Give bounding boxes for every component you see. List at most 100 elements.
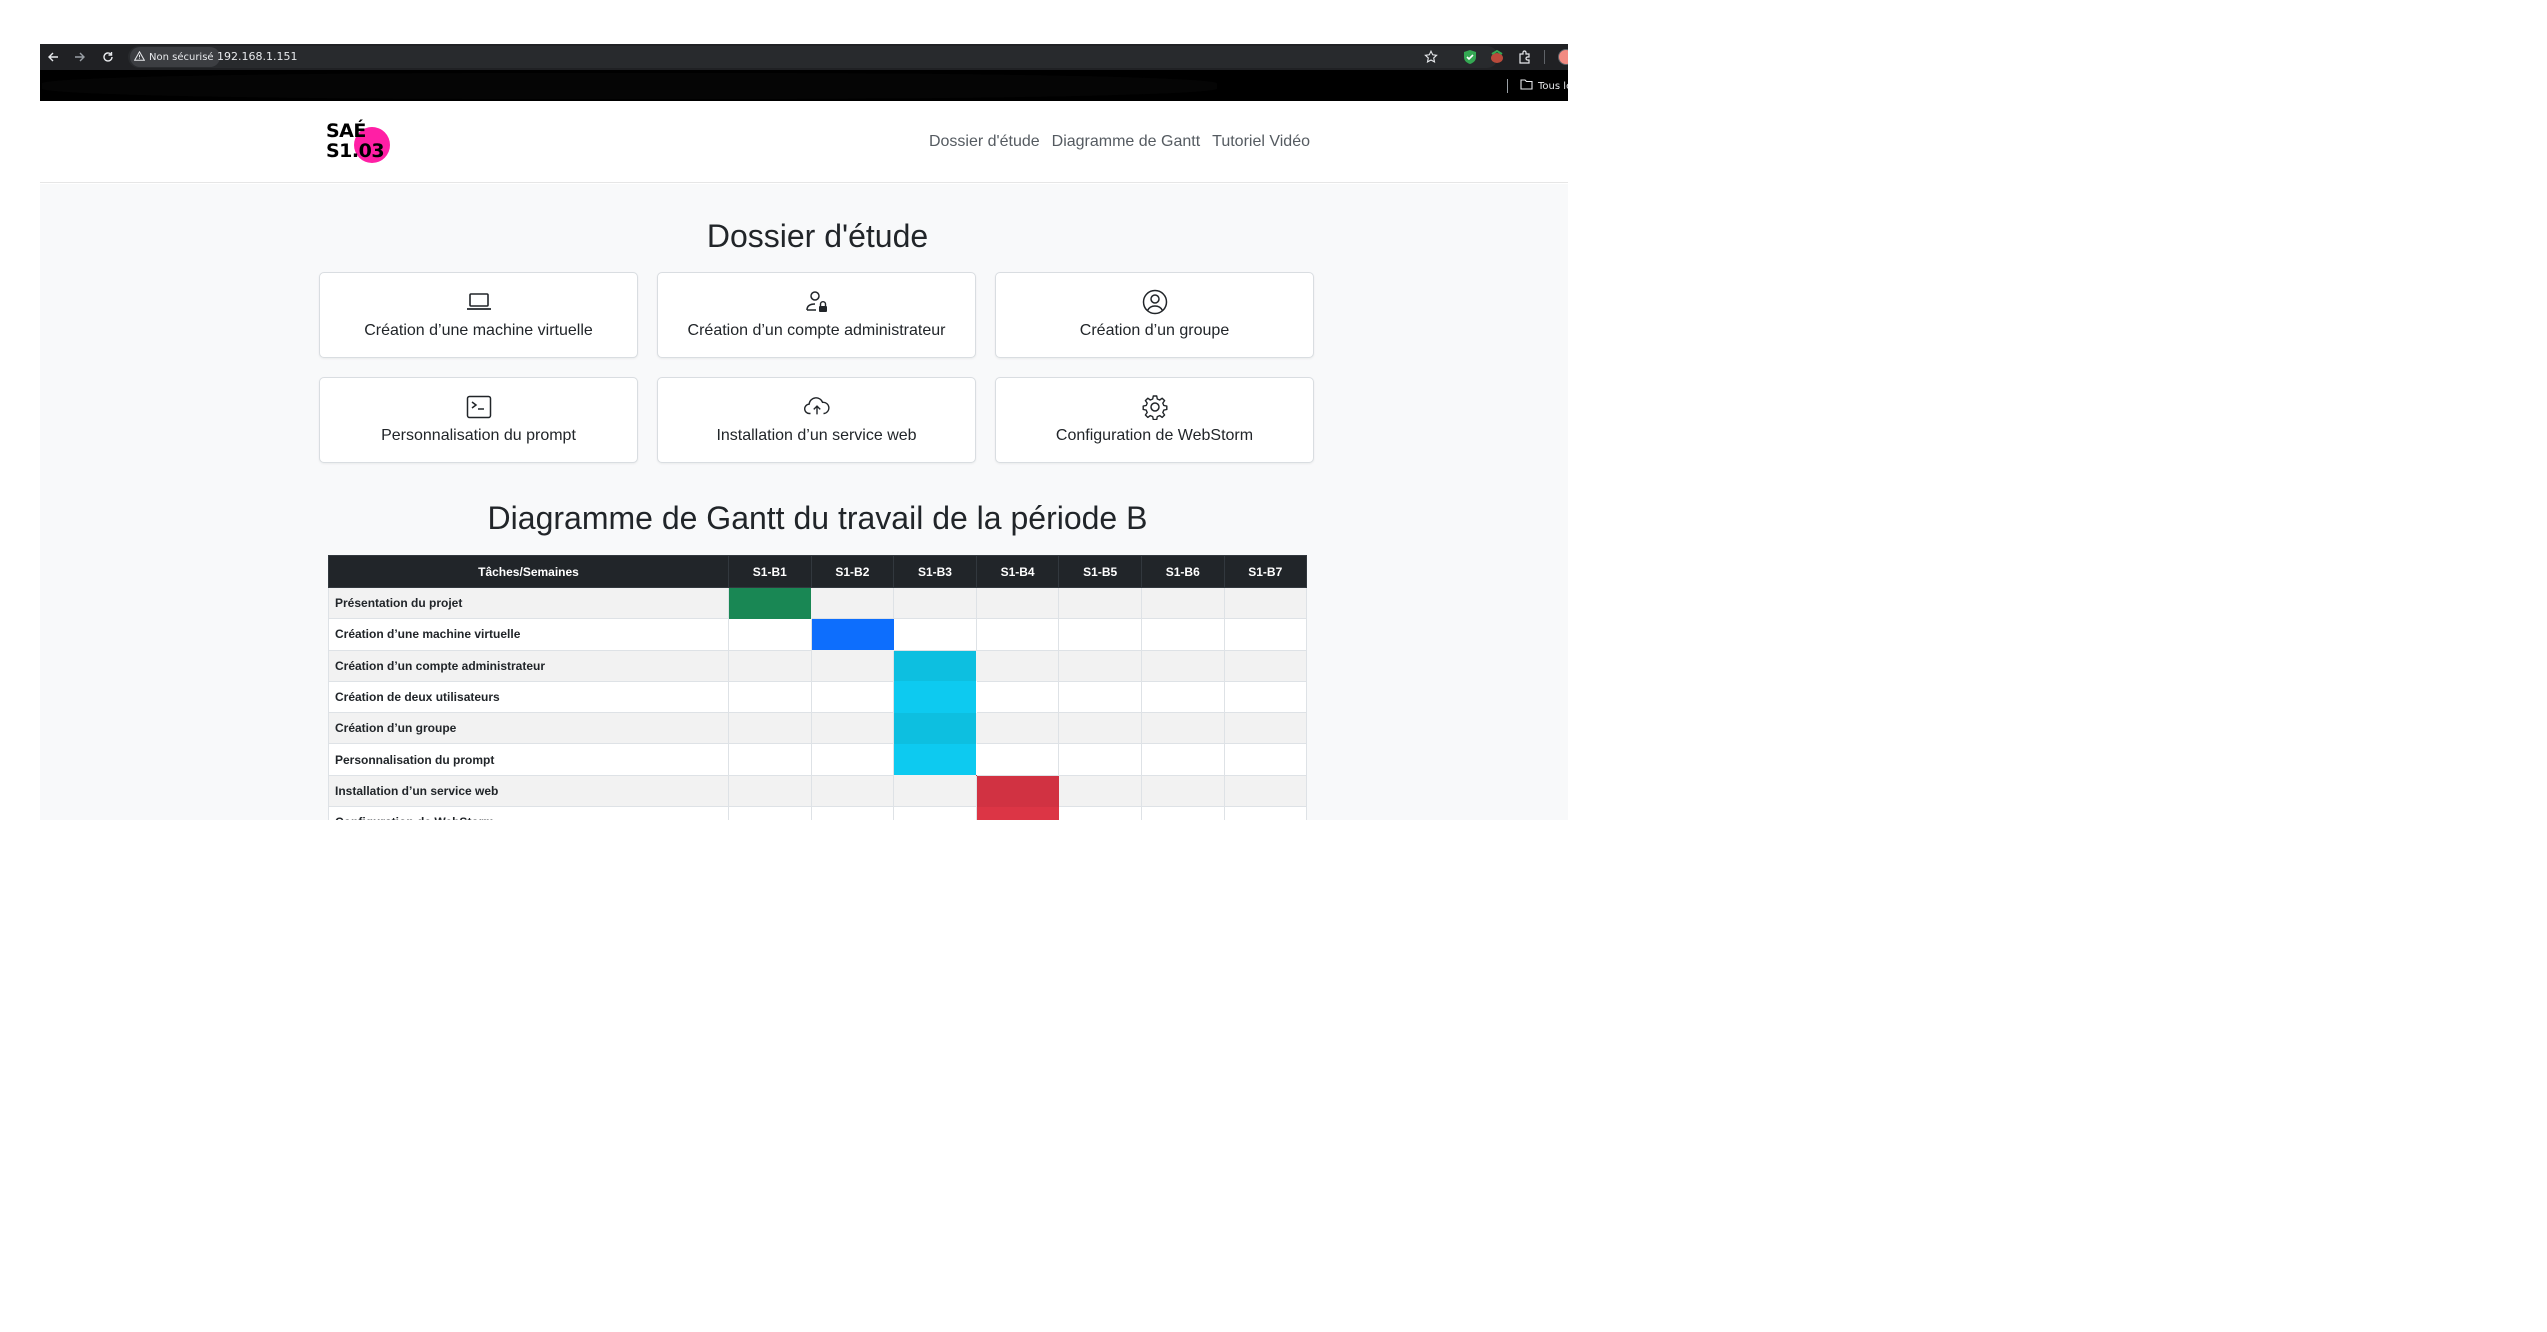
gantt-cell bbox=[975, 712, 1060, 745]
gantt-header-row: Tâches/Semaines S1-B1 S1-B2 S1-B3 S1-B4 … bbox=[328, 555, 1307, 588]
gantt-header-week: S1-B1 bbox=[728, 555, 812, 588]
card-groupe[interactable]: Création d’un groupe bbox=[995, 272, 1314, 358]
toolbar-divider bbox=[1544, 50, 1545, 64]
card-compte-administrateur[interactable]: Création d’un compte administrateur bbox=[657, 272, 976, 358]
person-lock-icon bbox=[804, 289, 830, 315]
gantt-cell bbox=[975, 618, 1060, 651]
gantt-row: Création d’un compte administrateur bbox=[328, 649, 1307, 682]
gantt-header-week: S1-B5 bbox=[1058, 555, 1142, 588]
gantt-cell bbox=[728, 618, 812, 651]
gantt-cell bbox=[1223, 806, 1307, 820]
gantt-cell bbox=[1223, 586, 1307, 620]
nav-link-dossier[interactable]: Dossier d'étude bbox=[929, 133, 1040, 151]
site-navbar: SAÉ S1.03 Dossier d'étude Diagramme de G… bbox=[40, 101, 1568, 183]
gantt-task-cell: Création de deux utilisateurs bbox=[328, 680, 729, 714]
gantt-cell bbox=[810, 680, 895, 714]
gantt-cell bbox=[810, 743, 895, 776]
gantt-cell bbox=[893, 618, 977, 651]
gantt-cell bbox=[728, 680, 812, 714]
gantt-bar bbox=[976, 806, 1059, 820]
card-prompt[interactable]: Personnalisation du prompt bbox=[319, 377, 638, 463]
gantt-body: Présentation du projet Création d’une mac… bbox=[328, 586, 1307, 820]
gantt-cell bbox=[1058, 712, 1142, 745]
gantt-cell bbox=[1140, 586, 1225, 620]
gantt-cell bbox=[1058, 806, 1142, 820]
gantt-cell bbox=[1058, 680, 1142, 714]
logo-line-1: SAÉ bbox=[326, 120, 366, 142]
gantt-header-week: S1-B2 bbox=[810, 555, 895, 588]
gantt-cell bbox=[1140, 649, 1225, 682]
avatar[interactable] bbox=[1558, 49, 1568, 65]
nav-link-gantt[interactable]: Diagramme de Gantt bbox=[1052, 133, 1201, 151]
card-label: Configuration de WebStorm bbox=[1055, 427, 1254, 444]
bookmarks-bar: Tous les bbox=[40, 70, 1568, 101]
gantt-cell bbox=[728, 712, 812, 745]
gantt-bar bbox=[976, 775, 1059, 807]
gantt-header-week: S1-B6 bbox=[1140, 555, 1225, 588]
gantt-row: Création de deux utilisateurs bbox=[328, 680, 1307, 714]
gantt-cell bbox=[1223, 649, 1307, 682]
back-arrow-icon[interactable] bbox=[43, 47, 63, 67]
gantt-header-task: Tâches/Semaines bbox=[328, 555, 729, 588]
forward-arrow-icon[interactable] bbox=[70, 47, 90, 67]
gantt-cell bbox=[1223, 774, 1307, 808]
gantt-task-cell: Configuration de WebStorm bbox=[328, 806, 729, 820]
gantt-cell bbox=[810, 712, 895, 745]
card-service-web[interactable]: Installation d’un service web bbox=[657, 377, 976, 463]
nav-links: Dossier d'étude Diagramme de Gantt Tutor… bbox=[929, 133, 1310, 151]
card-machine-virtuelle[interactable]: Création d’une machine virtuelle bbox=[319, 272, 638, 358]
gantt-table: Tâches/Semaines S1-B1 S1-B2 S1-B3 S1-B4 … bbox=[328, 555, 1307, 820]
gantt-cell bbox=[1223, 743, 1307, 776]
reload-icon[interactable] bbox=[98, 47, 118, 67]
gantt-cell bbox=[728, 806, 812, 820]
laptop-icon bbox=[466, 289, 492, 315]
gantt-cell bbox=[975, 649, 1060, 682]
gantt-cell bbox=[893, 774, 977, 808]
cloud-upload-icon bbox=[803, 394, 830, 420]
address-bar[interactable]: Non sécurisé 192.168.1.151 bbox=[128, 46, 1498, 68]
gantt-cell bbox=[810, 649, 895, 682]
gantt-cell bbox=[728, 774, 812, 808]
gantt-header-week: S1-B4 bbox=[975, 555, 1060, 588]
gantt-row: Présentation du projet bbox=[328, 586, 1307, 620]
logo-line-2: S1.03 bbox=[326, 140, 385, 162]
gantt-task-cell: Création d’une machine virtuelle bbox=[328, 618, 729, 651]
security-chip[interactable]: Non sécurisé bbox=[130, 47, 220, 67]
person-circle-icon bbox=[1142, 289, 1168, 315]
puzzle-icon[interactable] bbox=[1516, 48, 1534, 66]
shield-extension-icon[interactable] bbox=[1461, 48, 1479, 66]
gantt-cell bbox=[810, 806, 895, 820]
extension-icon[interactable] bbox=[1488, 48, 1506, 66]
gantt-cell bbox=[728, 649, 812, 682]
gantt-task-cell: Installation d’un service web bbox=[328, 774, 729, 808]
security-label: Non sécurisé bbox=[149, 51, 214, 63]
card-webstorm[interactable]: Configuration de WebStorm bbox=[995, 377, 1314, 463]
redaction-scribble bbox=[42, 73, 1217, 99]
gantt-title: Diagramme de Gantt du travail de la péri… bbox=[487, 500, 1148, 536]
all-bookmarks-label: Tous les bbox=[1538, 80, 1568, 92]
gantt-cell bbox=[1058, 774, 1142, 808]
gantt-bar bbox=[893, 650, 977, 682]
url-text[interactable]: 192.168.1.151 bbox=[217, 50, 297, 63]
gantt-header-week: S1-B3 bbox=[893, 555, 977, 588]
gantt-cell bbox=[893, 586, 977, 620]
gantt-cell bbox=[1140, 743, 1225, 776]
nav-link-tutoriel[interactable]: Tutoriel Vidéo bbox=[1212, 133, 1310, 151]
gantt-task-cell: Création d’un groupe bbox=[328, 712, 729, 745]
gantt-header-week: S1-B7 bbox=[1223, 555, 1307, 588]
card-label: Personnalisation du prompt bbox=[381, 427, 576, 444]
terminal-icon bbox=[466, 394, 492, 420]
gantt-row: Configuration de WebStorm bbox=[328, 806, 1307, 820]
star-icon[interactable] bbox=[1424, 49, 1438, 68]
gantt-bar bbox=[893, 712, 977, 744]
all-bookmarks-button[interactable]: Tous les bbox=[1520, 79, 1568, 93]
gantt-row: Installation d’un service web bbox=[328, 774, 1307, 808]
gantt-task-cell: Création d’un compte administrateur bbox=[328, 649, 729, 682]
gantt-cell bbox=[1140, 806, 1225, 820]
gantt-task-cell: Personnalisation du prompt bbox=[328, 743, 729, 776]
gantt-cell bbox=[1223, 618, 1307, 651]
site-logo[interactable]: SAÉ S1.03 bbox=[324, 119, 394, 165]
gantt-cell bbox=[1223, 680, 1307, 714]
gantt-cell bbox=[893, 806, 977, 820]
gantt-bar bbox=[811, 618, 894, 651]
